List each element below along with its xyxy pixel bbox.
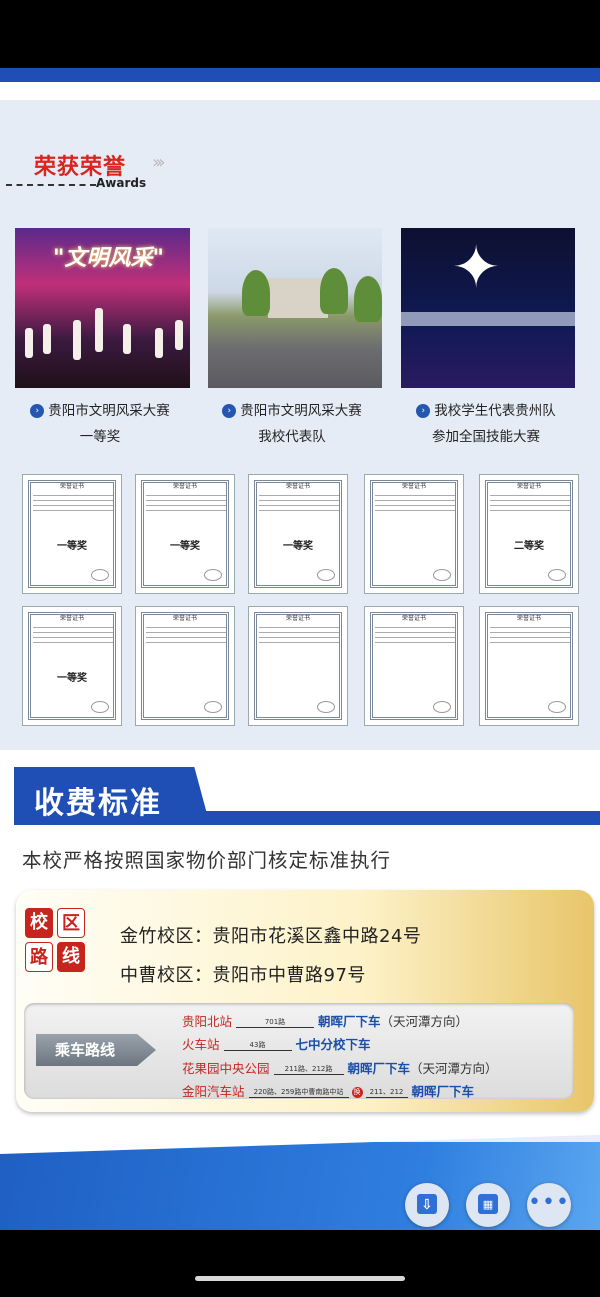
- tree-shape: [354, 276, 382, 322]
- dancer-figure: [73, 320, 81, 360]
- campus-address-zhongcao: 中曹校区：贵阳市中曹路97号: [120, 965, 366, 986]
- stage-banner: [401, 312, 575, 326]
- badge-char: 路: [25, 942, 53, 972]
- photo-caption-3: › 我校学生代表贵州队 参加全国技能大赛: [396, 398, 576, 450]
- awards-arrows-icon: ›››: [152, 152, 165, 173]
- more-icon: •••: [528, 1190, 570, 1215]
- dancer-figure: [123, 324, 131, 354]
- home-indicator[interactable]: [195, 1276, 405, 1281]
- download-button[interactable]: ⇩: [405, 1183, 449, 1227]
- certificate: 荣誉证书 一等奖: [22, 474, 122, 594]
- certificate: 荣誉证书: [364, 474, 464, 594]
- dancer-silhouette-icon: ✦: [451, 233, 501, 301]
- document-page: 荣获荣誉 ››› Awards "文明风采" ✦ › 贵阳市文明风采大赛 一等奖 …: [0, 68, 600, 1230]
- badge-char: 线: [57, 942, 85, 972]
- certificate: 荣誉证书: [479, 606, 579, 726]
- grid-view-button[interactable]: ▦: [466, 1183, 510, 1227]
- certificate: 荣誉证书: [135, 606, 235, 726]
- bus-route-label: 乘车路线: [55, 1041, 116, 1059]
- grid-glyph: ▦: [482, 1198, 494, 1211]
- transfer-marker-icon: 换: [351, 1087, 363, 1098]
- bullet-arrow-icon: ›: [30, 404, 45, 418]
- bottom-decorative-band: [0, 1142, 600, 1230]
- photo-caption-1: › 贵阳市文明风采大赛 一等奖: [10, 398, 190, 450]
- fees-title: 收费标准: [34, 786, 162, 821]
- top-brand-bar: [0, 68, 600, 82]
- bullet-arrow-icon: ›: [416, 404, 431, 418]
- photo-caption-2: › 贵阳市文明风采大赛 我校代表队: [202, 398, 382, 450]
- campus-address-jinzhu: 金竹校区：贵阳市花溪区鑫中路24号: [120, 926, 422, 947]
- top-divider: [0, 82, 600, 100]
- download-arrow-glyph: ⇩: [421, 1197, 433, 1213]
- dancer-figure: [155, 328, 163, 358]
- bus-route-row: 贵阳北站 701路 朝晖厂下车（天河潭方向）: [182, 1014, 469, 1029]
- certificate: 荣誉证书 一等奖: [135, 474, 235, 594]
- bus-route-row: 花果园中央公园 211路、212路 朝晖厂下车（天河潭方向）: [182, 1061, 498, 1076]
- tree-shape: [320, 268, 348, 314]
- badge-char: 校: [25, 908, 53, 938]
- badge-char: 区: [57, 908, 85, 938]
- campus-route-badge: 校 区 路 线: [25, 908, 89, 978]
- dancer-figure: [175, 320, 183, 350]
- certificate: 荣誉证书 二等奖: [479, 474, 579, 594]
- awards-subtitle: Awards: [96, 176, 147, 190]
- photo-national-competition: ✦: [401, 228, 575, 388]
- awards-dashed-line: [6, 184, 96, 186]
- fees-title-stripe: [195, 811, 600, 825]
- building-shape: [268, 278, 328, 318]
- dancer-figure: [25, 328, 33, 358]
- certificate: 荣誉证书: [248, 606, 348, 726]
- certificate: 荣誉证书 一等奖: [22, 606, 122, 726]
- photo-performance-award: "文明风采": [15, 228, 190, 388]
- bus-route-row: 金阳汽车站 220路、259路中曹南路中站换 211、212 朝晖厂下车: [182, 1084, 474, 1099]
- bus-route-row: 火车站 43路 七中分校下车: [182, 1037, 371, 1052]
- photo-stage-title: "文明风采": [53, 245, 164, 271]
- fees-description: 本校严格按照国家物价部门核定标准执行: [22, 849, 392, 872]
- bullet-arrow-icon: ›: [222, 404, 237, 418]
- more-options-button[interactable]: •••: [527, 1183, 571, 1227]
- photo-school-team: [208, 228, 382, 388]
- certificate: 荣誉证书 一等奖: [248, 474, 348, 594]
- dancer-figure: [95, 308, 103, 352]
- certificate: 荣誉证书: [364, 606, 464, 726]
- tree-shape: [242, 270, 270, 316]
- dancer-figure: [43, 324, 51, 354]
